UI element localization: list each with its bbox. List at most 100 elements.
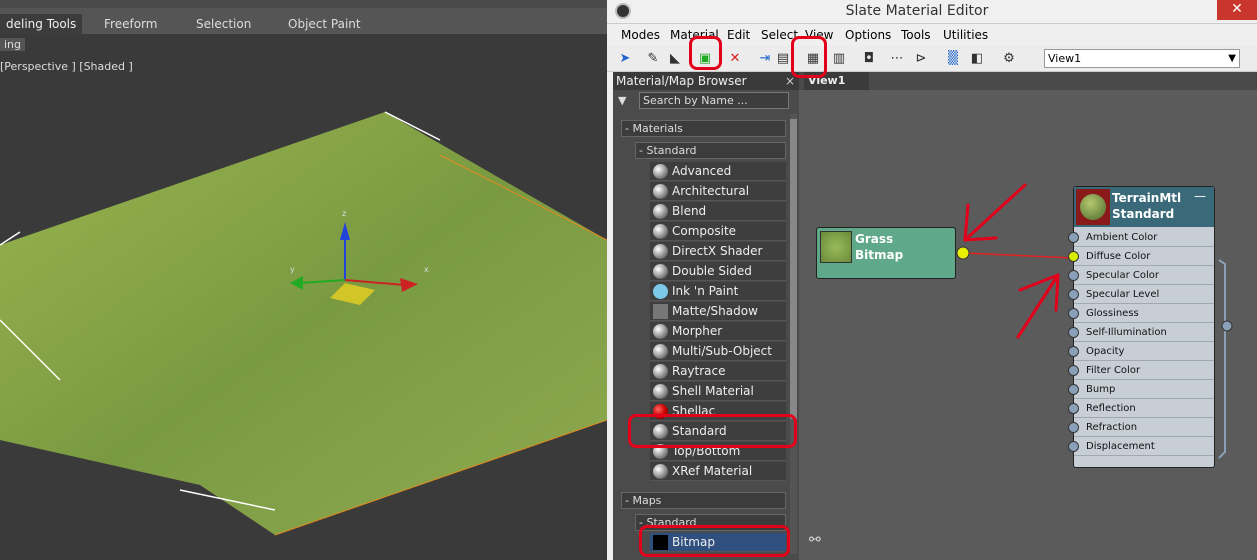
put-to-scene-icon[interactable]: ◣ <box>665 49 685 69</box>
materials-group[interactable]: - Materials <box>621 120 786 137</box>
slot-refraction[interactable]: Refraction <box>1068 418 1214 437</box>
axis-y-label: y <box>290 265 295 274</box>
filter-icon[interactable]: ▼ <box>618 94 626 107</box>
menu-utilities[interactable]: Utilities <box>943 28 988 42</box>
close-button[interactable]: ✕ <box>1217 0 1257 20</box>
browser-header: Material/Map Browser × <box>613 72 799 90</box>
settings-icon[interactable]: ⚙ <box>999 49 1019 69</box>
menu-options[interactable]: Options <box>845 28 891 42</box>
slot-opacity[interactable]: Opacity <box>1068 342 1214 361</box>
terrain-mesh <box>0 112 607 535</box>
select-tool-icon[interactable]: ➤ <box>615 49 635 69</box>
material-item[interactable]: Architectural <box>650 182 786 201</box>
slot-specular-level[interactable]: Specular Level <box>1068 285 1214 304</box>
sphere-icon <box>653 184 668 199</box>
output-socket <box>956 246 970 260</box>
material-item[interactable]: XRef Material <box>650 462 786 481</box>
terrain-scene: z x y <box>0 111 607 536</box>
square-icon <box>653 304 668 319</box>
input-socket[interactable] <box>1068 251 1079 262</box>
sphere-icon <box>653 244 668 259</box>
node-name: TerrainMtl <box>1112 191 1182 205</box>
binoculars-icon[interactable]: ⚯ <box>809 532 821 548</box>
axis-x-label: x <box>424 265 429 274</box>
slot-diffuse-color[interactable]: Diffuse Color <box>1068 247 1214 266</box>
input-socket[interactable] <box>1068 346 1079 357</box>
preview-icon[interactable]: ◘ <box>859 49 879 69</box>
sphere-icon <box>1080 194 1106 220</box>
sphere-icon <box>653 344 668 359</box>
material-item[interactable]: Multi/Sub-Object <box>650 342 786 361</box>
input-socket[interactable] <box>1068 289 1079 300</box>
material-item[interactable]: Advanced Lighting... <box>650 162 786 197</box>
search-input[interactable]: Search by Name ... <box>639 92 789 109</box>
scrollbar-thumb[interactable] <box>790 119 797 419</box>
slot-specular-color[interactable]: Specular Color <box>1068 266 1214 285</box>
parameter-editor-icon[interactable]: ◧ <box>967 49 987 69</box>
highlight-show-map-button <box>791 36 827 78</box>
node-view-canvas[interactable]: View1 Grass Bitmap TerrainMtl Standard —… <box>799 72 1257 560</box>
material-thumbnail <box>1076 189 1110 225</box>
material-item[interactable]: DirectX Shader <box>650 242 786 261</box>
material-map-browser-icon[interactable]: ▒ <box>943 49 963 69</box>
terrain-material-node[interactable]: TerrainMtl Standard — Ambient Color Diff… <box>1068 186 1215 468</box>
background-icon[interactable]: ▥ <box>829 49 849 69</box>
highlight-bitmap-item <box>639 525 790 557</box>
slot-filter-color[interactable]: Filter Color <box>1068 361 1214 380</box>
browser-title: Material/Map Browser <box>616 74 747 88</box>
eyedropper-icon[interactable]: ✎ <box>643 49 663 69</box>
connection-wire <box>963 252 1074 259</box>
standard-materials-group[interactable]: - Standard <box>635 142 786 159</box>
input-socket[interactable] <box>1068 365 1079 376</box>
input-socket[interactable] <box>1068 384 1079 395</box>
grass-bitmap-node[interactable]: Grass Bitmap <box>816 227 956 279</box>
material-item[interactable]: Ink 'n Paint <box>650 282 786 301</box>
maps-group[interactable]: - Maps <box>621 492 786 509</box>
node-name: Grass <box>855 232 894 246</box>
collapse-icon[interactable]: — <box>1194 189 1206 203</box>
input-socket[interactable] <box>1068 422 1079 433</box>
view-dropdown[interactable]: View1 ▼ <box>1044 49 1240 68</box>
material-item[interactable]: Shell Material <box>650 382 786 401</box>
menu-modes[interactable]: Modes <box>621 28 660 42</box>
node-type: Bitmap <box>855 248 904 262</box>
material-item[interactable]: Raytrace <box>650 362 786 381</box>
chevron-down-icon: ▼ <box>1228 53 1236 64</box>
perspective-viewport[interactable]: deling Tools Freeform Selection Object P… <box>0 0 607 560</box>
move-children-icon[interactable]: ⇥ <box>755 49 775 69</box>
input-socket[interactable] <box>1068 403 1079 414</box>
input-socket[interactable] <box>1068 327 1079 338</box>
slot-displacement[interactable]: Displacement <box>1068 437 1214 456</box>
slot-bump[interactable]: Bump <box>1068 380 1214 399</box>
sphere-icon <box>653 164 668 179</box>
material-item[interactable]: Morpher <box>650 322 786 341</box>
input-socket[interactable] <box>1068 308 1079 319</box>
material-item[interactable]: Double Sided <box>650 262 786 281</box>
browser-scrollbar[interactable] <box>790 114 797 554</box>
slate-material-editor: Slate Material Editor ✕ Modes Material E… <box>607 0 1257 560</box>
slot-glossiness[interactable]: Glossiness <box>1068 304 1214 323</box>
input-socket[interactable] <box>1068 232 1079 243</box>
material-item[interactable]: Blend <box>650 202 786 221</box>
hide-unused-icon[interactable]: ▤ <box>773 49 793 69</box>
menu-tools[interactable]: Tools <box>901 28 931 42</box>
delete-icon[interactable]: ✕ <box>725 49 745 69</box>
window-title: Slate Material Editor <box>845 3 989 19</box>
input-socket[interactable] <box>1068 441 1079 452</box>
sphere-icon <box>653 324 668 339</box>
slot-self-illumination[interactable]: Self-Illumination <box>1068 323 1214 342</box>
node-header: TerrainMtl Standard — <box>1074 187 1214 227</box>
slot-ambient-color[interactable]: Ambient Color <box>1068 228 1214 247</box>
sphere-icon <box>653 264 668 279</box>
layout-children-icon[interactable]: ⊳ <box>911 49 931 69</box>
slot-reflection[interactable]: Reflection <box>1068 399 1214 418</box>
layout-all-icon[interactable]: ⋯ <box>887 49 907 69</box>
material-item[interactable]: Composite <box>650 222 786 241</box>
axis-z-label: z <box>342 209 346 218</box>
title-bar: Slate Material Editor ✕ <box>607 0 1257 24</box>
material-item[interactable]: Matte/Shadow <box>650 302 786 321</box>
menu-edit[interactable]: Edit <box>727 28 750 42</box>
sphere-icon <box>653 204 668 219</box>
sphere-icon <box>653 384 668 399</box>
input-socket[interactable] <box>1068 270 1079 281</box>
